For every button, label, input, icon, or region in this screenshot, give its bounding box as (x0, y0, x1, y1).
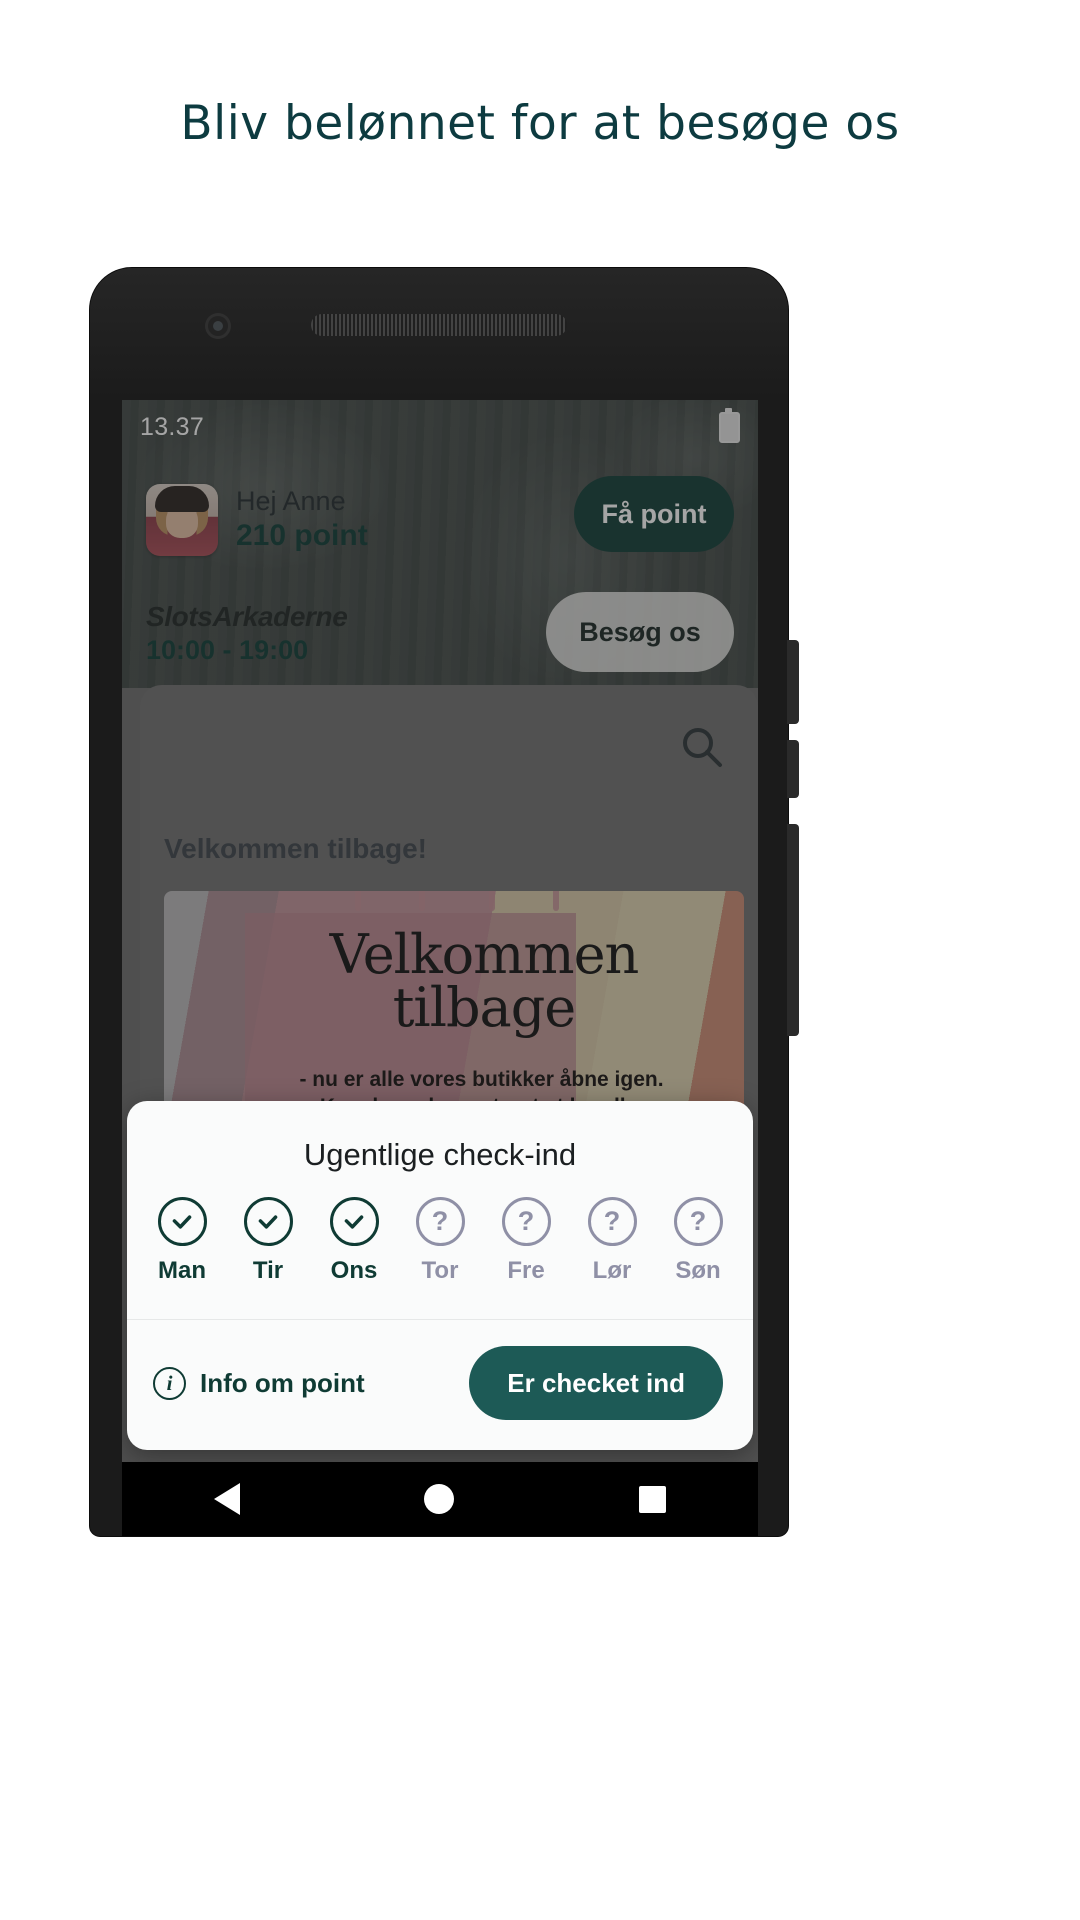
question-mark-glyph: ? (431, 1206, 449, 1236)
weekday-item-søn[interactable]: ? Søn (667, 1197, 729, 1285)
question-icon: ? (415, 1197, 465, 1246)
check-icon (243, 1197, 293, 1246)
page-title: Bliv belønnet for at besøge os (180, 96, 900, 151)
weekday-label: Fre (507, 1257, 545, 1284)
phone-mockup: 13.37 Hej Anne 210 point Få point SlotsA… (90, 268, 799, 1536)
dialog-actions: i Info om point Er checket ind (127, 1320, 753, 1450)
phone-side-button-3 (787, 824, 799, 1036)
weekday-item-ons[interactable]: Ons (323, 1197, 385, 1285)
phone-side-button-2 (787, 740, 799, 798)
weekday-item-tir[interactable]: Tir (237, 1197, 299, 1285)
weekday-label: Tor (421, 1257, 459, 1284)
earpiece-speaker (311, 314, 567, 336)
question-icon: ? (673, 1197, 723, 1246)
check-icon (329, 1197, 379, 1246)
question-mark-glyph: ? (603, 1206, 621, 1236)
info-about-points-link[interactable]: i Info om point (153, 1366, 365, 1400)
weekday-item-man[interactable]: Man (151, 1197, 213, 1285)
android-nav-bar (122, 1462, 758, 1536)
weekday-label: Lør (592, 1257, 632, 1284)
phone-screen: 13.37 Hej Anne 210 point Få point SlotsA… (122, 400, 758, 1462)
weekly-checkin-dialog: Ugentlige check-ind Man Tir Ons? Tor? Fre? Lø… (127, 1101, 753, 1450)
info-icon: i (153, 1366, 186, 1400)
weekday-label: Man (158, 1257, 206, 1284)
question-mark-glyph: ? (689, 1206, 707, 1236)
dialog-title: Ugentlige check-ind (303, 1137, 577, 1172)
check-icon (157, 1197, 207, 1246)
question-icon: ? (587, 1197, 637, 1246)
checked-in-button[interactable]: Er checket ind (469, 1346, 723, 1420)
weekday-label: Tir (252, 1257, 284, 1284)
weekday-label: Ons (330, 1257, 378, 1284)
recents-icon[interactable] (638, 1485, 666, 1513)
weekday-list: Man Tir Ons? Tor? Fre? Lør? Søn (127, 1197, 753, 1319)
info-about-points-label: Info om point (200, 1367, 365, 1398)
weekday-item-fre[interactable]: ? Fre (495, 1197, 557, 1285)
weekday-item-lør[interactable]: ? Lør (581, 1197, 643, 1285)
home-icon[interactable] (424, 1484, 455, 1514)
question-icon: ? (501, 1197, 551, 1246)
back-icon[interactable] (214, 1483, 241, 1515)
front-camera-icon (205, 313, 231, 339)
weekday-label: Søn (675, 1257, 721, 1284)
phone-side-button-1 (787, 640, 799, 724)
weekday-item-tor[interactable]: ? Tor (409, 1197, 471, 1285)
question-mark-glyph: ? (517, 1206, 535, 1236)
